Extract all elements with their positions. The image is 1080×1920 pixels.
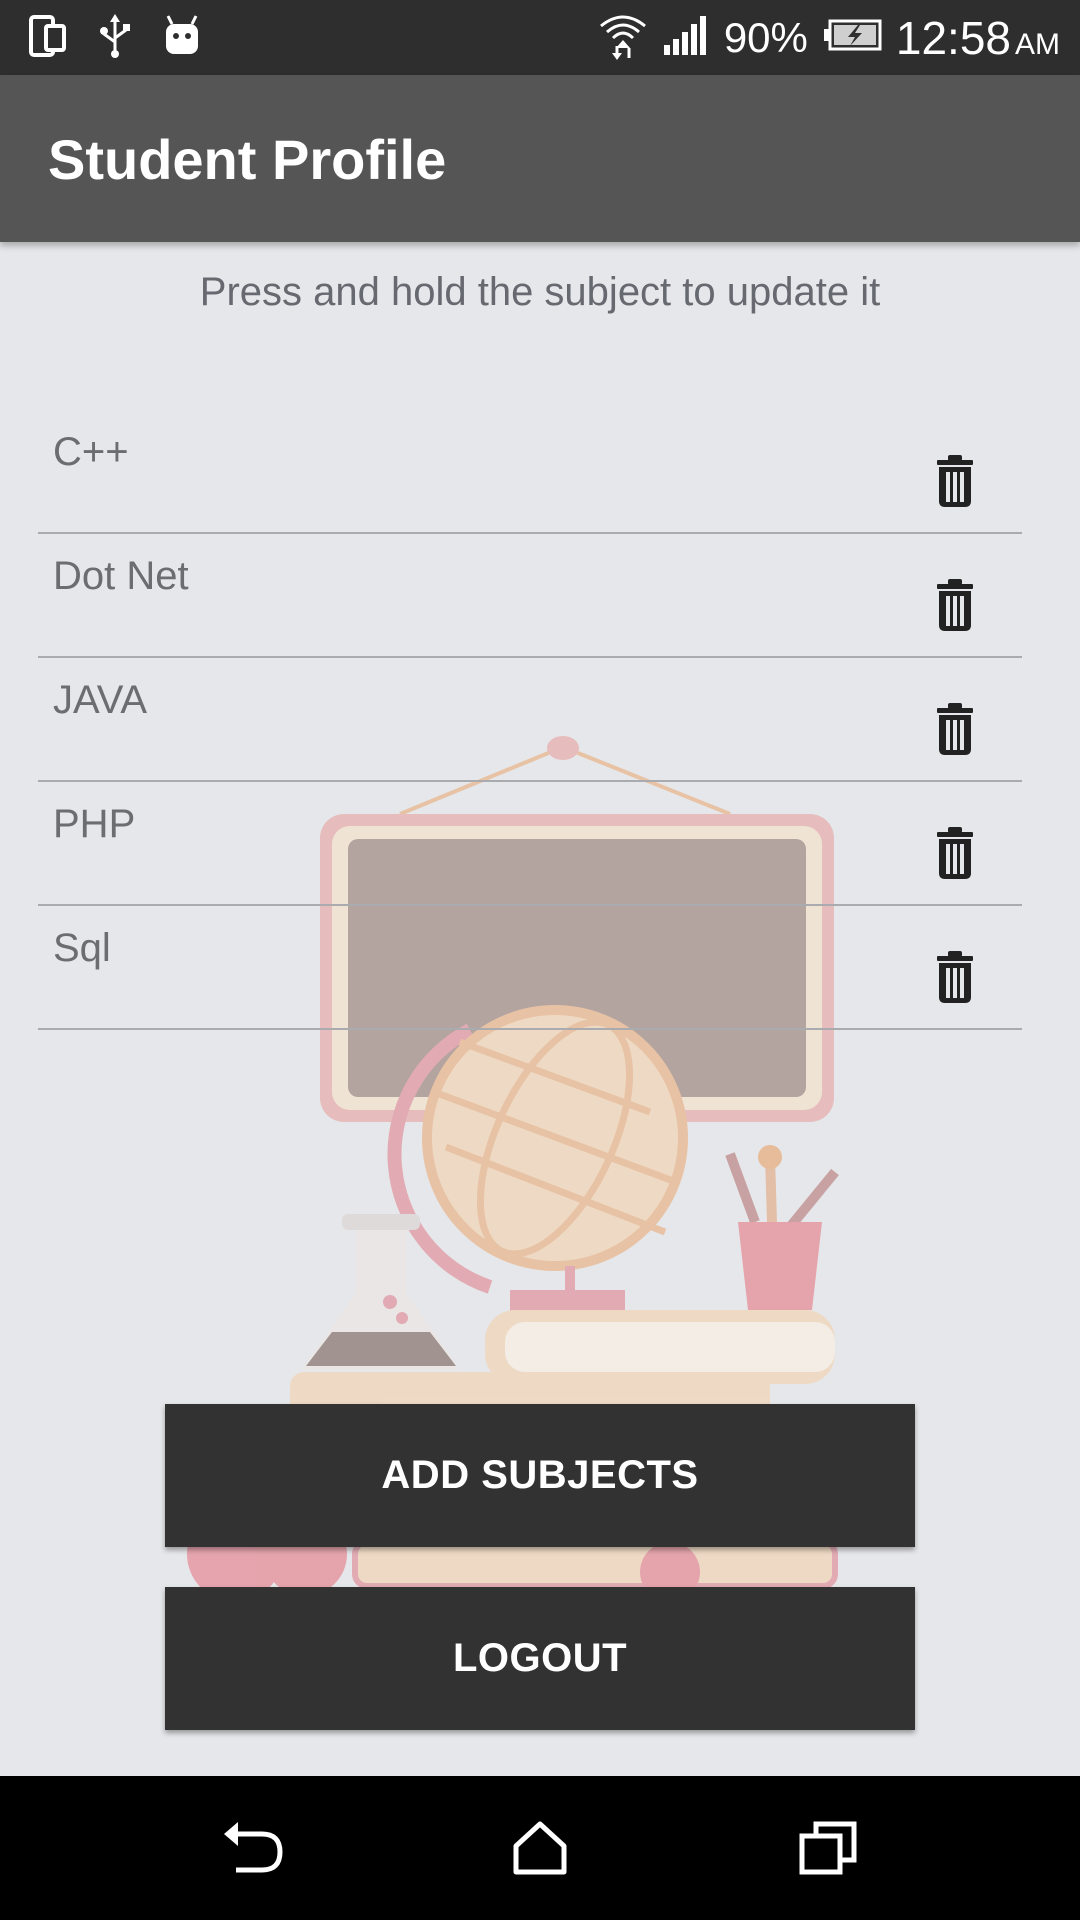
- subject-list: C++ Dot Net JAVA PHP Sql: [38, 410, 1022, 1030]
- subject-name: PHP: [53, 802, 136, 846]
- subject-name: JAVA: [53, 678, 148, 722]
- add-subjects-button[interactable]: ADD SUBJECTS: [165, 1404, 915, 1547]
- android-icon: [162, 14, 202, 63]
- clock-time: 12:58: [895, 11, 1011, 64]
- hint-text: Press and hold the subject to update it: [199, 270, 881, 314]
- list-item[interactable]: JAVA: [38, 658, 1022, 782]
- trash-icon[interactable]: [924, 574, 986, 636]
- status-bar: 90% 12:58 AM: [0, 0, 1080, 75]
- app-bar: Student Profile: [0, 75, 1080, 242]
- screen-mirror-icon: [28, 14, 68, 63]
- subject-name: Dot Net: [53, 554, 189, 598]
- trash-icon[interactable]: [924, 698, 986, 760]
- page-title: Student Profile: [48, 128, 447, 191]
- battery-percent: 90%: [723, 13, 808, 61]
- list-item[interactable]: Dot Net: [38, 534, 1022, 658]
- subject-name: Sql: [53, 926, 111, 970]
- status-bar-right: 90% 12:58 AM: [598, 0, 1060, 75]
- back-icon[interactable]: [218, 1812, 290, 1884]
- signal-icon: [662, 15, 710, 60]
- list-item[interactable]: PHP: [38, 782, 1022, 906]
- status-bar-left: [28, 13, 202, 63]
- trash-icon[interactable]: [924, 822, 986, 884]
- list-item[interactable]: C++: [38, 410, 1022, 534]
- subject-name: C++: [53, 430, 129, 474]
- wifi-icon: [598, 10, 648, 65]
- recents-icon[interactable]: [792, 1812, 864, 1884]
- clock: 12:58 AM: [896, 11, 1060, 65]
- home-icon[interactable]: [504, 1812, 576, 1884]
- logout-button[interactable]: LOGOUT: [165, 1587, 915, 1730]
- list-item[interactable]: Sql: [38, 906, 1022, 1030]
- clock-ampm: AM: [1015, 27, 1060, 61]
- main-content: Press and hold the subject to update it …: [0, 242, 1080, 1776]
- trash-icon[interactable]: [924, 946, 986, 1008]
- battery-charging-icon: [822, 18, 882, 57]
- trash-icon[interactable]: [924, 450, 986, 512]
- usb-icon: [98, 13, 132, 63]
- navigation-bar: [0, 1776, 1080, 1920]
